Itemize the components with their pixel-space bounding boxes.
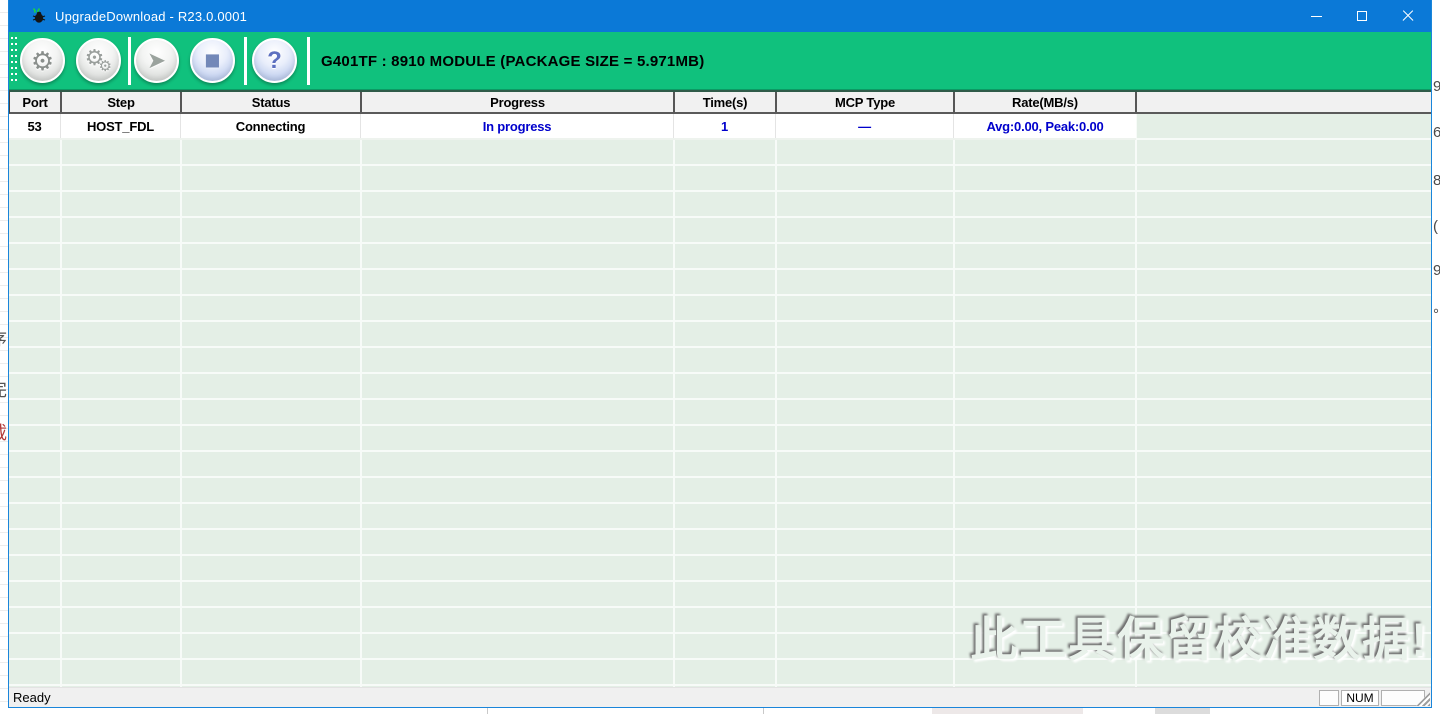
minimize-icon xyxy=(1310,15,1322,17)
cell-mcp-type: — xyxy=(776,114,954,138)
background-text-fragment: 8 xyxy=(1433,172,1440,189)
window-title: UpgradeDownload - R23.0.0001 xyxy=(55,8,248,24)
close-button[interactable] xyxy=(1385,0,1431,32)
table-header: Port Step Status Progress Time(s) MCP Ty… xyxy=(9,90,1431,114)
multi-settings-button[interactable]: ⚙ ⚙ xyxy=(76,38,121,83)
grid-line xyxy=(60,114,62,687)
cell-status: Connecting xyxy=(181,114,361,138)
background-window-bottom-edge xyxy=(0,708,1440,714)
background-text-fragment: ° xyxy=(1433,306,1439,323)
background-text-fragment: 序 xyxy=(0,326,8,352)
toolbar-separator xyxy=(128,37,131,85)
status-bar: Ready NUM xyxy=(9,687,1431,707)
toolbar-grip[interactable] xyxy=(15,37,17,85)
column-header-time[interactable]: Time(s) xyxy=(675,92,777,112)
close-icon xyxy=(1402,10,1414,22)
gear-icon: ⚙ xyxy=(30,45,55,76)
upgradedownload-window: UpgradeDownload - R23.0.0001 ⚙ ⚙ ⚙ ➤ ■ ?… xyxy=(8,0,1432,708)
watermark-text: 此工具保留校准数据! xyxy=(970,613,1429,666)
column-header-rate[interactable]: Rate(MB/s) xyxy=(955,92,1137,112)
title-bar[interactable]: UpgradeDownload - R23.0.0001 xyxy=(9,0,1431,32)
stop-download-button[interactable]: ■ xyxy=(190,38,235,83)
cell-rate: Avg:0.00, Peak:0.00 xyxy=(986,118,1104,134)
background-window-left-edge: 丿 序 完 载 xyxy=(0,0,8,714)
screen: 丿 序 完 载 9 6 8 ( 9 ° xyxy=(0,0,1440,714)
toolbar-grip[interactable] xyxy=(11,37,13,85)
background-block xyxy=(932,708,1083,714)
settings-button[interactable]: ⚙ xyxy=(20,38,65,83)
status-message: Ready xyxy=(13,690,51,705)
grid-line xyxy=(360,114,362,687)
help-icon: ? xyxy=(267,46,282,74)
package-info-label: G401TF : 8910 MODULE (PACKAGE SIZE = 5.9… xyxy=(321,52,705,70)
column-header-port[interactable]: Port xyxy=(10,92,62,112)
cell-progress: In progress xyxy=(361,114,674,138)
grid-line xyxy=(180,114,182,687)
cell-step: HOST_FDL xyxy=(61,114,181,138)
stop-icon: ■ xyxy=(204,45,221,75)
table-row[interactable]: 53 HOST_FDL Connecting In progress 1 — A… xyxy=(9,114,1136,140)
background-text-fragment: 6 xyxy=(1433,124,1440,141)
grid-line xyxy=(673,114,675,687)
background-window-right-edge: 9 6 8 ( 9 ° xyxy=(1433,0,1440,714)
background-text-fragment: 9 xyxy=(1433,262,1440,279)
background-text-fragment: 丿 xyxy=(0,274,8,300)
column-header-empty xyxy=(1137,92,1431,112)
cell-port: 53 xyxy=(9,114,61,138)
grid-line xyxy=(775,114,777,687)
column-header-mcp-type[interactable]: MCP Type xyxy=(777,92,955,112)
gears-icon: ⚙ xyxy=(98,58,112,75)
background-divider xyxy=(763,708,764,714)
table-body: 53 HOST_FDL Connecting In progress 1 — A… xyxy=(9,114,1431,687)
cell-time: 1 xyxy=(674,114,776,138)
status-indicator-box xyxy=(1319,690,1339,706)
background-text-fragment: 载 xyxy=(0,419,8,445)
background-divider xyxy=(487,708,488,714)
start-download-button[interactable]: ➤ xyxy=(134,38,179,83)
maximize-icon xyxy=(1357,11,1367,21)
background-block xyxy=(1155,708,1210,714)
maximize-button[interactable] xyxy=(1339,0,1385,32)
window-controls xyxy=(1293,0,1431,32)
toolbar: ⚙ ⚙ ⚙ ➤ ■ ? G401TF : 8910 MODULE (PACKAG… xyxy=(9,32,1431,90)
column-header-progress[interactable]: Progress xyxy=(362,92,675,112)
background-text-fragment: ( xyxy=(1433,218,1438,235)
help-button[interactable]: ? xyxy=(252,38,297,83)
column-header-step[interactable]: Step xyxy=(62,92,182,112)
num-lock-indicator: NUM xyxy=(1341,690,1379,706)
play-icon: ➤ xyxy=(146,47,167,73)
app-icon xyxy=(32,8,46,23)
column-header-status[interactable]: Status xyxy=(182,92,362,112)
background-text-fragment: 9 xyxy=(1433,78,1440,95)
toolbar-separator xyxy=(244,37,247,85)
toolbar-separator xyxy=(307,37,310,85)
grid-line xyxy=(953,114,955,687)
minimize-button[interactable] xyxy=(1293,0,1339,32)
background-text-fragment: 完 xyxy=(0,376,8,402)
